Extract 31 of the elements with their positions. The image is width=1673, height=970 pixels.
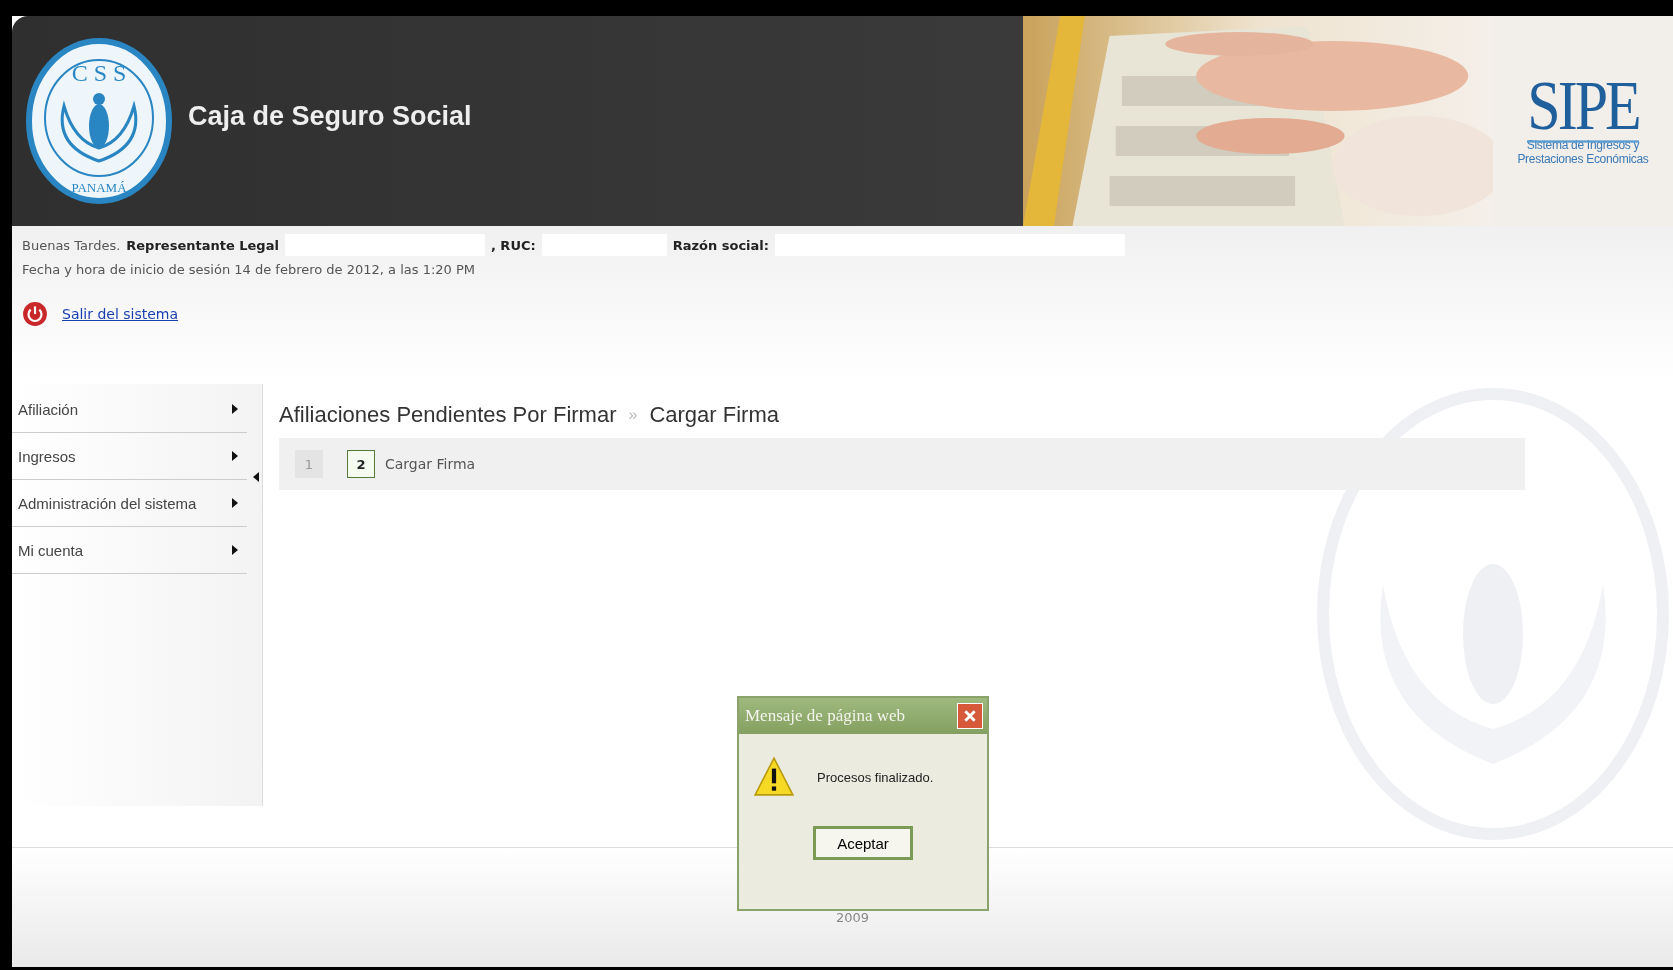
caret-icon [231,403,239,415]
accept-button[interactable]: Aceptar [813,826,913,860]
dialog-message: Procesos finalizado. [817,769,934,785]
step-number: 2 [347,450,375,478]
footer-year: 2009 [835,910,870,925]
menu-item[interactable]: Administración del sistema [12,480,247,527]
razon-social-label: Razón social: [672,237,769,253]
menu-item[interactable]: Mi cuenta [12,527,247,574]
step-number: 1 [295,450,323,478]
site-title: Caja de Seguro Social [188,100,473,132]
collapse-icon[interactable] [252,470,260,484]
caret-icon [231,497,239,509]
close-button[interactable] [957,703,983,729]
warning-icon [753,756,795,798]
menu-item[interactable]: Ingresos [12,433,247,480]
power-icon [22,301,48,327]
breadcrumb-item: Cargar Firma [649,402,779,428]
step-label: Cargar Firma [385,456,476,472]
breadcrumb-separator: » [628,406,638,424]
breadcrumb-item: Afiliaciones Pendientes Por Firmar [279,402,617,428]
menu-item[interactable]: Afiliación [12,386,247,433]
sipe-subtitle: Prestaciones Económicas [1517,152,1649,167]
login-info: Fecha y hora de inicio de sesión 14 de febrero de 2012, a las 1:20 PM [22,262,477,277]
close-icon [963,709,977,723]
dialog-title: Mensaje de página web [745,706,906,726]
logout-link[interactable]: Salir del sistema [62,306,179,322]
greeting-text: Buenas Tardes. [22,237,121,253]
caret-icon [231,544,239,556]
role-text: Representante Legal [126,237,279,253]
ruc-label: , RUC: [490,237,536,253]
caret-icon [231,450,239,462]
